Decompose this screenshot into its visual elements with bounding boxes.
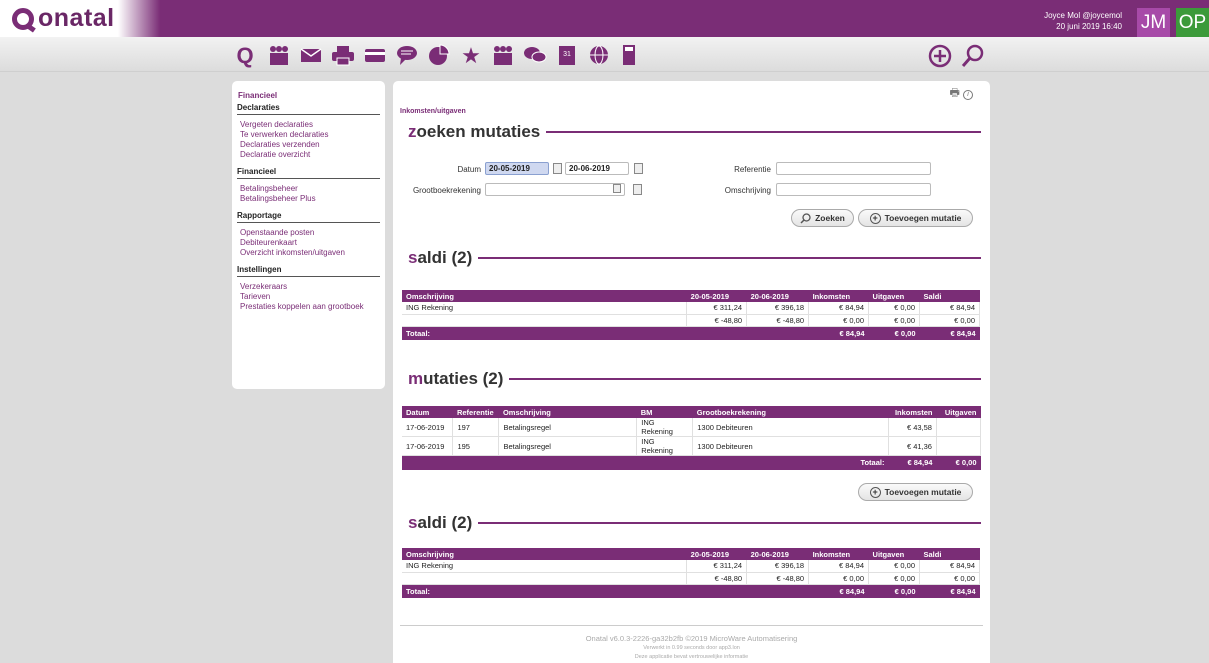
table-header: Omschrijving 20-05-2019 20-06-2019 Inkom… [402, 548, 980, 560]
pie-chart-icon[interactable] [426, 44, 452, 68]
user-info[interactable]: Joyce Mol @joycemol 20 juni 2019 16:40 [1044, 10, 1122, 32]
saldi-table: Omschrijving 20-05-2019 20-06-2019 Inkom… [402, 290, 980, 340]
sidebar-item-vergeten-declaraties[interactable]: Vergeten declaraties [240, 120, 380, 130]
date-from-input[interactable]: 20-05-2019 [485, 162, 549, 175]
plus-icon: + [869, 212, 881, 224]
messages-icon[interactable] [522, 44, 548, 68]
onatal-logo[interactable]: onatal [0, 0, 160, 37]
table-row[interactable]: ING Rekening € 311,24 € 396,18 € 84,94 €… [402, 560, 980, 573]
info-icon[interactable]: i [963, 90, 973, 100]
onatal-icon[interactable]: Q [232, 44, 258, 68]
calculator-icon[interactable] [616, 44, 642, 68]
sidebar-item-verzekeraars[interactable]: Verzekeraars [240, 282, 380, 292]
search-section-title: z oeken mutaties [408, 122, 981, 142]
star-icon[interactable]: ★ [458, 44, 484, 68]
toevoegen-mutatie-button[interactable]: + Toevoegen mutatie [858, 209, 973, 227]
table-row[interactable]: € -48,80 € -48,80 € 0,00 € 0,00 € 0,00 [402, 314, 980, 327]
sidebar-item-betalingsbeheer-plus[interactable]: Betalingsbeheer Plus [240, 194, 380, 204]
grootboek-input[interactable] [485, 183, 625, 196]
saldi-section-title: s aldi (2) [408, 248, 981, 268]
user-avatar-op[interactable]: OP [1176, 8, 1209, 37]
footer-divider [400, 625, 983, 626]
toevoegen-mutatie-button-2[interactable]: + Toevoegen mutatie [858, 483, 973, 501]
plus-icon: + [869, 486, 881, 498]
sidebar: Financieel Declaraties Vergeten declarat… [232, 81, 385, 389]
date-from-calendar-icon[interactable] [553, 163, 562, 174]
table-header: Omschrijving 20-05-2019 20-06-2019 Inkom… [402, 290, 980, 302]
search-icon[interactable] [960, 44, 986, 68]
add-icon[interactable] [927, 44, 953, 68]
footer-version: Onatal v6.0.3-2226-ga32b2fb ©2019 MicroW… [585, 634, 798, 643]
sidebar-item-openstaande-posten[interactable]: Openstaande posten [240, 228, 380, 238]
table-total-row: Totaal: € 84,94 € 0,00 € 84,94 [402, 326, 980, 340]
globe-icon[interactable] [586, 44, 612, 68]
print-icon[interactable]: 🖶 [950, 87, 960, 99]
grootboek-list-icon[interactable] [633, 184, 642, 195]
sidebar-item-overzicht-inkomsten-uitgaven[interactable]: Overzicht inkomsten/uitgaven [240, 248, 380, 258]
top-bar: onatal Joyce Mol @joycemol 20 juni 2019 … [0, 0, 1209, 37]
sidebar-title: Financieel [238, 91, 278, 100]
sidebar-item-betalingsbeheer[interactable]: Betalingsbeheer [240, 184, 380, 194]
table-header: Datum Referentie Omschrijving BM Grootbo… [402, 406, 981, 418]
mutaties-section-title: m utaties (2) [408, 369, 981, 389]
main-panel: 🖶 i Inkomsten/uitgaven z oeken mutaties D… [393, 81, 990, 663]
logo-q-icon [12, 7, 34, 30]
card-icon[interactable] [362, 44, 388, 68]
omschrijving-input[interactable] [776, 183, 931, 196]
table-total-row: Totaal: € 84,94 € 0,00 [402, 455, 981, 470]
table-row[interactable]: 17-06-2019 195 Betalingsregel ING Rekeni… [402, 436, 982, 456]
date-to-input[interactable]: 20-06-2019 [565, 162, 629, 175]
sidebar-item-declaratie-overzicht[interactable]: Declaratie overzicht [240, 150, 380, 160]
printer-icon[interactable] [330, 44, 356, 68]
mail-icon[interactable] [298, 44, 324, 68]
calendar-day: 31 [563, 51, 571, 58]
calendar-icon[interactable]: 31 [554, 44, 580, 68]
datum-label: Datum [457, 165, 481, 174]
table-row[interactable]: 17-06-2019 197 Betalingsregel ING Rekeni… [402, 418, 982, 437]
sidebar-heading-rapportage: Rapportage [237, 211, 380, 223]
people-icon[interactable] [266, 44, 292, 68]
footer-notice: Deze applicatie bevat vertrouwelijke inf… [634, 654, 749, 660]
panel-actions: 🖶 i [950, 84, 973, 103]
user-name: Joyce Mol @joycemol [1044, 11, 1122, 20]
sidebar-item-declaraties-verzenden[interactable]: Declaraties verzenden [240, 140, 380, 150]
main-toolbar: Q ★ 31 [0, 37, 1209, 72]
saldi-table-2: Omschrijving 20-05-2019 20-06-2019 Inkom… [402, 548, 980, 598]
referentie-label: Referentie [734, 165, 771, 174]
user-avatar-jm[interactable]: JM [1137, 8, 1170, 37]
saldi-section-title-2: s aldi (2) [408, 513, 981, 533]
sidebar-heading-financieel: Financieel [237, 167, 380, 179]
omschrijving-label: Omschrijving [724, 186, 771, 195]
user-datetime: 20 juni 2019 16:40 [1056, 22, 1122, 31]
grootboek-picker-icon[interactable] [613, 184, 621, 193]
table-total-row: Totaal: € 84,94 € 0,00 € 84,94 [402, 584, 980, 598]
chat-icon[interactable] [394, 44, 420, 68]
date-to-calendar-icon[interactable] [634, 163, 643, 174]
table-row[interactable]: ING Rekening € 311,24 € 396,18 € 84,94 €… [402, 302, 980, 315]
search-icon [800, 212, 811, 224]
group-icon[interactable] [490, 44, 516, 68]
grootboek-label: Grootboekrekening [412, 186, 481, 195]
sidebar-heading-declaraties: Declaraties [237, 103, 380, 115]
sidebar-item-tarieven[interactable]: Tarieven [240, 292, 380, 302]
sidebar-item-debiteurenkaart[interactable]: Debiteurenkaart [240, 238, 380, 248]
footer-processing: Verwerkt in 0.99 seconds door app3.lon [643, 645, 740, 651]
sidebar-heading-instellingen: Instellingen [237, 265, 380, 277]
mutaties-table: Datum Referentie Omschrijving BM Grootbo… [402, 406, 982, 470]
sidebar-item-te-verwerken-declaraties[interactable]: Te verwerken declaraties [240, 130, 380, 140]
sidebar-item-prestaties-koppelen[interactable]: Prestaties koppelen aan grootboek [240, 302, 380, 312]
logo-text: onatal [38, 4, 115, 32]
referentie-input[interactable] [776, 162, 931, 175]
breadcrumb[interactable]: Inkomsten/uitgaven [400, 108, 466, 115]
table-row[interactable]: € -48,80 € -48,80 € 0,00 € 0,00 € 0,00 [402, 572, 980, 585]
zoeken-button[interactable]: Zoeken [791, 209, 854, 227]
